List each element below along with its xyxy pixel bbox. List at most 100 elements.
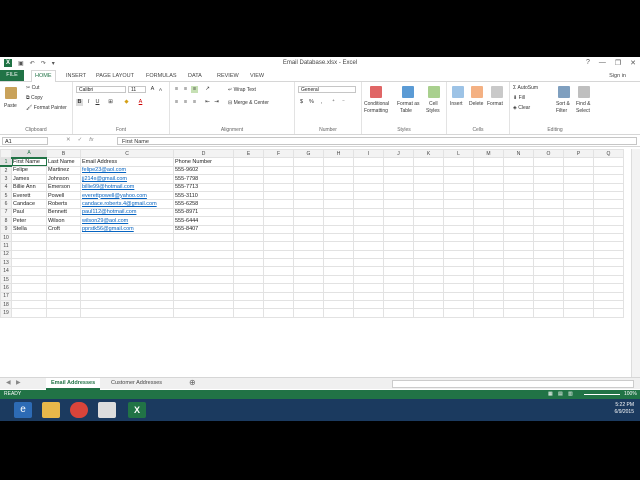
column-header-e[interactable]: E: [233, 149, 264, 159]
zoom-slider[interactable]: [584, 394, 620, 395]
cell-f5[interactable]: [263, 190, 294, 201]
column-header-q[interactable]: Q: [593, 149, 624, 159]
cell-i9[interactable]: [353, 224, 384, 234]
horizontal-scrollbar[interactable]: [392, 380, 634, 388]
worksheet-grid[interactable]: ABCDEFGHIJKLMNOPQ 1 First Name Last Name Em…: [0, 149, 632, 377]
cell-k8[interactable]: [413, 216, 444, 226]
format-as-table-icon[interactable]: [402, 86, 414, 98]
cell-n1[interactable]: [503, 157, 534, 167]
cell-l16[interactable]: [443, 283, 474, 293]
conditional-formatting-icon[interactable]: [370, 86, 382, 98]
cell-p11[interactable]: [563, 241, 594, 251]
percent-icon[interactable]: %: [308, 99, 315, 106]
font-color-icon[interactable]: A: [137, 99, 144, 106]
cell-p18[interactable]: [563, 300, 594, 310]
cell-l14[interactable]: [443, 266, 474, 276]
cell-j4[interactable]: [383, 182, 414, 192]
find-select-button-line2[interactable]: Select: [576, 108, 590, 114]
cell-h10[interactable]: [323, 232, 354, 243]
row-header[interactable]: 10: [0, 232, 12, 243]
cell-n4[interactable]: [503, 182, 534, 192]
cell-k18[interactable]: [413, 300, 444, 310]
cell-h1[interactable]: [323, 157, 354, 167]
cell-f15[interactable]: [263, 274, 294, 285]
column-header-d[interactable]: D: [173, 149, 234, 159]
cell-b18[interactable]: [46, 300, 81, 310]
increase-indent-icon[interactable]: ⇥: [213, 99, 220, 106]
cell-l8[interactable]: [443, 216, 474, 226]
cell-h5[interactable]: [323, 190, 354, 201]
increase-decimal-icon[interactable]: ⁺: [330, 99, 337, 106]
cell-k19[interactable]: [413, 308, 444, 318]
cell-d18[interactable]: [173, 300, 234, 310]
cell-g18[interactable]: [293, 300, 324, 310]
cell-g3[interactable]: [293, 174, 324, 184]
cell-q4[interactable]: [593, 182, 624, 192]
cell-a13[interactable]: [11, 258, 47, 268]
cell-a8[interactable]: Peter: [11, 216, 47, 226]
cell-e7[interactable]: [233, 207, 264, 218]
cell-o16[interactable]: [533, 283, 564, 293]
cell-f19[interactable]: [263, 308, 294, 318]
cell-i14[interactable]: [353, 266, 384, 276]
cell-b7[interactable]: Bennett: [46, 207, 81, 218]
cell-i6[interactable]: [353, 199, 384, 209]
cell-o14[interactable]: [533, 266, 564, 276]
cell-a6[interactable]: Candace: [11, 199, 47, 209]
cell-k5[interactable]: [413, 190, 444, 201]
cell-d7[interactable]: 555-8971: [173, 207, 234, 218]
orientation-icon[interactable]: ↗: [204, 86, 211, 93]
cell-e17[interactable]: [233, 291, 264, 302]
cell-c10[interactable]: [80, 232, 174, 243]
formula-input[interactable]: First Name: [117, 137, 637, 145]
align-center-icon[interactable]: ≡: [182, 99, 189, 106]
cell-o10[interactable]: [533, 232, 564, 243]
cell-q15[interactable]: [593, 274, 624, 285]
cell-p1[interactable]: [563, 157, 594, 167]
cell-p4[interactable]: [563, 182, 594, 192]
cell-i18[interactable]: [353, 300, 384, 310]
cell-d10[interactable]: [173, 232, 234, 243]
cell-o18[interactable]: [533, 300, 564, 310]
cell-q3[interactable]: [593, 174, 624, 184]
column-header-p[interactable]: P: [563, 149, 594, 159]
cell-a5[interactable]: Everett: [11, 190, 47, 201]
cell-e18[interactable]: [233, 300, 264, 310]
column-header-j[interactable]: J: [383, 149, 414, 159]
cell-a15[interactable]: [11, 274, 47, 285]
cell-a19[interactable]: [11, 308, 47, 318]
cell-j18[interactable]: [383, 300, 414, 310]
cell-k11[interactable]: [413, 241, 444, 251]
cell-q12[interactable]: [593, 249, 624, 260]
cell-d2[interactable]: 555-9602: [173, 165, 234, 176]
enter-icon[interactable]: ✓: [78, 137, 83, 143]
cell-j19[interactable]: [383, 308, 414, 318]
align-middle-icon[interactable]: ≡: [182, 86, 189, 93]
cell-g15[interactable]: [293, 274, 324, 285]
page-layout-view-icon[interactable]: ▤: [558, 390, 563, 399]
format-painter-button[interactable]: 🖌 Format Painter: [26, 105, 67, 111]
cell-g8[interactable]: [293, 216, 324, 226]
row-header[interactable]: 1: [0, 157, 12, 168]
cell-a18[interactable]: [11, 300, 47, 310]
cell-p7[interactable]: [563, 207, 594, 218]
cell-n12[interactable]: [503, 249, 534, 260]
cell-g1[interactable]: [293, 157, 324, 167]
cell-p14[interactable]: [563, 266, 594, 276]
cell-h12[interactable]: [323, 249, 354, 260]
align-right-icon[interactable]: ≡: [191, 99, 198, 106]
cell-e8[interactable]: [233, 216, 264, 226]
sheet-tab-email-addresses[interactable]: Email Addresses: [46, 378, 101, 390]
tab-review[interactable]: REVIEW: [217, 71, 239, 81]
cell-b13[interactable]: [46, 258, 81, 268]
cell-i7[interactable]: [353, 207, 384, 218]
cell-e11[interactable]: [233, 241, 264, 251]
cell-h8[interactable]: [323, 216, 354, 226]
cell-e3[interactable]: [233, 174, 264, 184]
cell-e13[interactable]: [233, 258, 264, 268]
cell-d13[interactable]: [173, 258, 234, 268]
cell-c12[interactable]: [80, 249, 174, 260]
cell-c11[interactable]: [80, 241, 174, 251]
merge-center-button[interactable]: ⊟ Merge & Center: [228, 100, 269, 106]
cell-k13[interactable]: [413, 258, 444, 268]
